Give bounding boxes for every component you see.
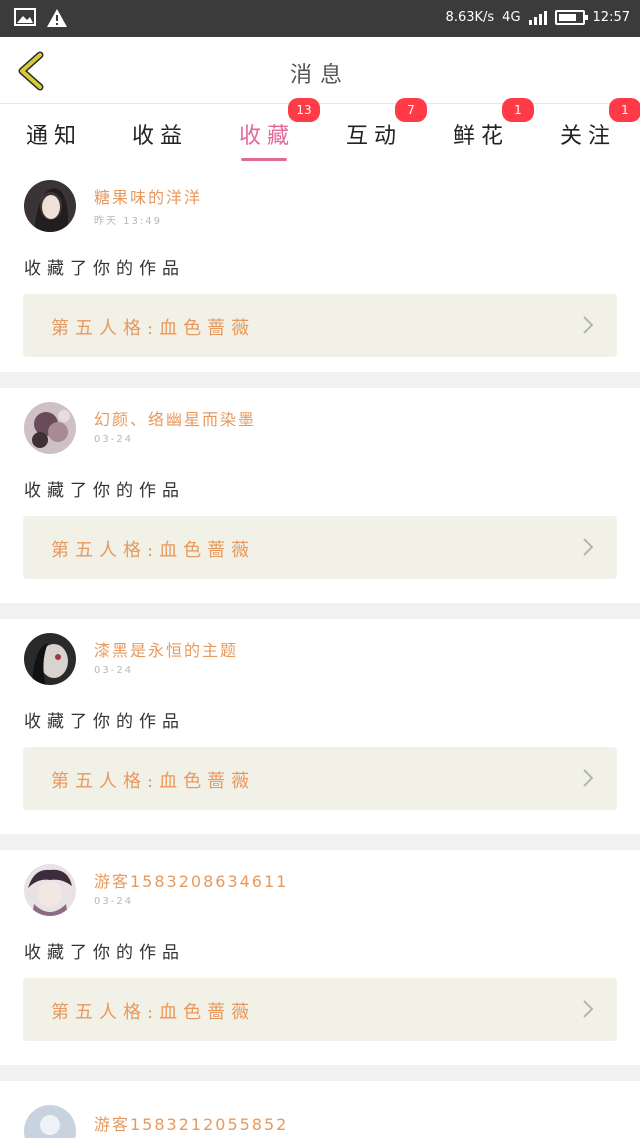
feed-item: 游客1583212055852 — [0, 1081, 640, 1138]
tab-badge-flowers: 1 — [502, 98, 534, 122]
tab-following[interactable]: 关注 — [548, 118, 628, 158]
work-link[interactable]: 第五人格:血色蔷薇 — [23, 747, 617, 810]
work-link[interactable]: 第五人格:血色蔷薇 — [23, 978, 617, 1041]
tab-bar: 通知 收益 收藏 互动 鲜花 关注 — [0, 104, 640, 166]
chevron-right-icon — [583, 1000, 594, 1018]
avatar[interactable] — [24, 864, 76, 916]
network-type: 4G — [502, 9, 521, 25]
work-link[interactable]: 第五人格:血色蔷薇 — [23, 294, 617, 357]
action-text: 收藏了你的作品 — [24, 712, 185, 732]
username[interactable]: 糖果味的洋洋 — [94, 184, 202, 208]
username[interactable]: 游客1583208634611 — [94, 868, 288, 892]
tab-label: 关注 — [559, 124, 616, 149]
chevron-right-icon — [583, 538, 594, 556]
tab-label: 收益 — [131, 124, 188, 149]
tab-label: 互动 — [345, 124, 402, 149]
username[interactable]: 幻颜、络幽星而染墨 — [94, 406, 256, 430]
timestamp: 03-24 — [94, 434, 134, 445]
battery-icon — [554, 9, 588, 25]
feed-item: 游客1583208634611 03-24 收藏了你的作品 第五人格:血色蔷薇 — [0, 850, 640, 1065]
feed-item: 漆黑是永恒的主题 03-24 收藏了你的作品 第五人格:血色蔷薇 — [0, 619, 640, 834]
app-header: 消息 — [0, 37, 640, 104]
work-title: 第五人格:血色蔷薇 — [51, 771, 256, 792]
tab-label: 通知 — [25, 124, 82, 149]
work-title: 第五人格:血色蔷薇 — [51, 318, 256, 339]
tab-badge-following: 1 — [609, 98, 640, 122]
action-text: 收藏了你的作品 — [24, 259, 185, 279]
timestamp: 昨天 13:49 — [94, 216, 162, 227]
chevron-right-icon — [583, 769, 594, 787]
battery-fill — [558, 13, 577, 21]
gallery-icon — [14, 8, 36, 26]
username[interactable]: 漆黑是永恒的主题 — [94, 637, 238, 661]
work-link[interactable]: 第五人格:血色蔷薇 — [23, 516, 617, 579]
username[interactable]: 游客1583212055852 — [94, 1111, 288, 1135]
tab-label: 鲜花 — [452, 124, 509, 149]
feed-item: 幻颜、络幽星而染墨 03-24 收藏了你的作品 第五人格:血色蔷薇 — [0, 388, 640, 603]
network-speed: 8.63K/s — [445, 9, 495, 25]
avatar[interactable] — [24, 180, 76, 232]
avatar[interactable] — [24, 402, 76, 454]
feed-item: 糖果味的洋洋 昨天 13:49 收藏了你的作品 第五人格:血色蔷薇 — [0, 166, 640, 372]
chevron-right-icon — [583, 316, 594, 334]
tab-badge-favorites: 13 — [288, 98, 320, 122]
timestamp: 03-24 — [94, 665, 134, 676]
tab-favorites[interactable]: 收藏 — [227, 118, 307, 161]
action-text: 收藏了你的作品 — [24, 943, 185, 963]
status-bar: 8.63K/s 4G 12:57 — [0, 0, 640, 37]
tab-interactions[interactable]: 互动 — [334, 118, 414, 158]
clock: 12:57 — [592, 9, 630, 25]
work-title: 第五人格:血色蔷薇 — [51, 1002, 256, 1023]
tab-flowers[interactable]: 鲜花 — [441, 118, 521, 158]
signal-icon — [528, 9, 547, 25]
tab-earnings[interactable]: 收益 — [120, 118, 200, 158]
page-title: 消息 — [289, 63, 350, 88]
tab-badge-interactions: 7 — [395, 98, 427, 122]
tab-notifications[interactable]: 通知 — [14, 118, 94, 158]
work-title: 第五人格:血色蔷薇 — [51, 540, 256, 561]
warning-icon — [47, 9, 67, 27]
avatar[interactable] — [24, 633, 76, 685]
avatar[interactable] — [24, 1105, 76, 1138]
timestamp: 03-24 — [94, 896, 134, 907]
active-tab-indicator — [241, 158, 287, 161]
tab-label: 收藏 — [238, 124, 295, 149]
action-text: 收藏了你的作品 — [24, 481, 185, 501]
